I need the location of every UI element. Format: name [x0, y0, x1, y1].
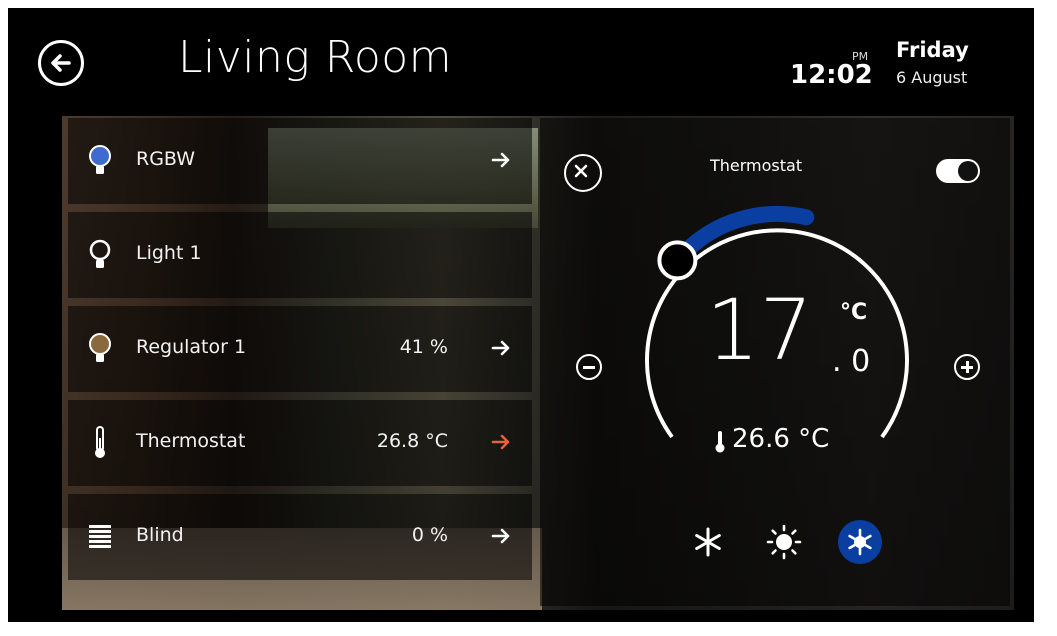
setpoint-value: 17: [706, 281, 813, 379]
arrow-right-icon[interactable]: [490, 149, 512, 171]
increase-setpoint-button[interactable]: [954, 354, 980, 380]
device-row-rgbw[interactable]: RGBW: [68, 118, 532, 204]
decrease-setpoint-button[interactable]: [576, 354, 602, 380]
sun-icon[interactable]: [762, 520, 806, 564]
device-label: RGBW: [136, 148, 196, 170]
bulb-blue-icon: [89, 145, 111, 174]
close-button[interactable]: [564, 154, 602, 192]
bulb-brown-icon: [89, 333, 111, 362]
setpoint-decimal: . 0: [832, 344, 871, 379]
close-icon: [574, 164, 587, 177]
arrow-right-icon[interactable]: [490, 525, 512, 547]
device-row-blind[interactable]: Blind 0 %: [68, 494, 532, 580]
toggle-knob: [958, 161, 978, 181]
clock-time: 12:02: [790, 60, 873, 90]
arrow-right-icon[interactable]: [490, 337, 512, 359]
device-value: 26.8 °C: [376, 430, 448, 452]
thermometer-icon: [715, 431, 725, 453]
auto-mode-icon[interactable]: [838, 520, 882, 564]
blind-icon: [89, 525, 111, 548]
back-button[interactable]: [38, 40, 84, 86]
device-label: Blind: [136, 524, 184, 546]
arrow-right-icon[interactable]: [490, 431, 512, 453]
page-title: Living Room: [178, 32, 453, 83]
device-value: 41 %: [399, 336, 448, 358]
thermostat-title: Thermostat: [710, 156, 803, 175]
bulb-outline-icon: [89, 239, 111, 268]
dial-knob[interactable]: [657, 240, 698, 281]
screen: Living Room PM 12:02 Friday 6 August RGB…: [8, 8, 1034, 622]
device-label: Regulator 1: [136, 336, 247, 358]
device-row-regulator-1[interactable]: Regulator 1 41 %: [68, 306, 532, 392]
weekday-label: Friday: [896, 38, 969, 62]
device-row-light-1[interactable]: Light 1: [68, 212, 532, 298]
device-row-thermostat[interactable]: Thermostat 26.8 °C: [68, 400, 532, 486]
snowflake-icon[interactable]: [686, 520, 730, 564]
arrow-left-icon: [51, 54, 71, 72]
device-label: Light 1: [136, 242, 202, 264]
current-temperature: 26.6 °C: [732, 424, 830, 454]
device-label: Thermostat: [136, 430, 246, 452]
thermometer-icon: [95, 426, 105, 458]
setpoint-unit: °C: [840, 300, 868, 325]
thermostat-power-toggle[interactable]: [936, 159, 980, 183]
device-list: RGBW Light 1 Regulator 1 41 % Thermostat…: [68, 118, 532, 588]
date-label: 6 August: [896, 68, 968, 87]
thermostat-panel: Thermostat 17 °C . 0 26.6 °C: [540, 118, 1010, 606]
device-value: 0 %: [411, 524, 448, 546]
